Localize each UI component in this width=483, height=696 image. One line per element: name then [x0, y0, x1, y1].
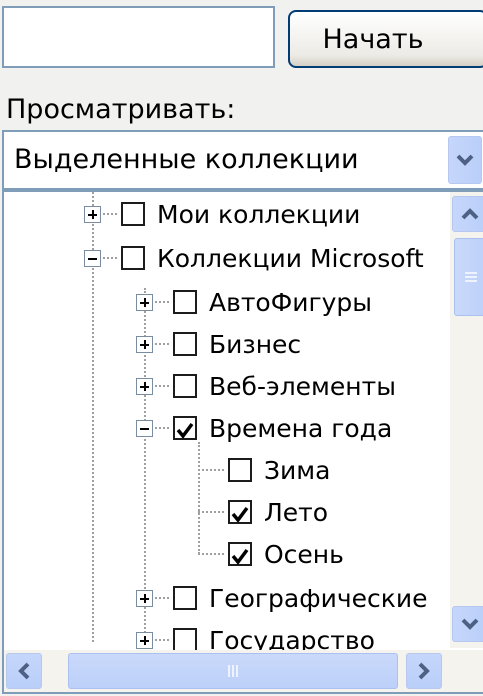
expand-plus-icon[interactable] [136, 335, 153, 353]
tree-item-autumn[interactable]: Осень [198, 534, 344, 574]
expand-plus-icon[interactable] [84, 205, 101, 223]
tree-item-label: Мои коллекции [157, 199, 361, 229]
tree-item-my-collections[interactable]: Мои коллекции [84, 194, 360, 234]
tree-item-autoshapes[interactable]: АвтоФигуры [136, 282, 372, 322]
expand-plus-icon[interactable] [136, 631, 153, 649]
go-button[interactable]: Начать [288, 10, 483, 68]
tree-item-checkbox[interactable] [173, 290, 197, 314]
tree-item-checkbox[interactable] [173, 628, 197, 652]
tree-item-seasons[interactable]: Времена года [136, 408, 392, 448]
collapse-minus-icon[interactable] [84, 249, 101, 267]
tree-item-checkbox[interactable] [228, 458, 252, 482]
tree-item-label: Лето [264, 497, 329, 527]
collection-tree: Мои коллекции Коллекции Microsoft АвтоФи… [2, 190, 483, 694]
vertical-scroll-thumb[interactable] [454, 238, 483, 316]
checkmark-icon [231, 548, 249, 565]
tree-item-checkbox[interactable] [173, 374, 197, 398]
chevron-down-icon[interactable] [448, 136, 482, 184]
tree-item-label: АвтоФигуры [209, 287, 373, 317]
tree-item-checkbox[interactable] [228, 542, 252, 566]
tree-item-checkbox[interactable] [121, 246, 145, 270]
collapse-minus-icon[interactable] [136, 419, 153, 437]
clip-art-pane: Начать Просматривать: Выделенные коллекц… [0, 0, 483, 696]
tree-item-label: Коллекции Microsoft [157, 243, 424, 273]
tree-item-label: Бизнес [209, 329, 302, 359]
chevron-up-icon[interactable] [452, 196, 483, 232]
tree-item-checkbox[interactable] [228, 500, 252, 524]
expand-plus-icon[interactable] [136, 589, 153, 607]
tree-item-checkbox[interactable] [173, 332, 197, 356]
chevron-right-icon[interactable] [406, 653, 442, 689]
tree-item-label: Географические [209, 583, 428, 613]
tree-item-checkbox[interactable] [121, 202, 145, 226]
browse-label: Просматривать: [6, 94, 236, 125]
tree-item-business[interactable]: Бизнес [136, 324, 301, 364]
tree-item-winter[interactable]: Зима [198, 450, 330, 490]
tree-item-checkbox[interactable] [173, 416, 197, 440]
collections-dropdown[interactable]: Выделенные коллекции [2, 130, 483, 190]
search-input[interactable] [2, 6, 275, 68]
tree-item-label: Веб-элементы [209, 371, 396, 401]
expand-plus-icon[interactable] [136, 377, 153, 395]
expand-plus-icon[interactable] [136, 293, 153, 311]
tree-item-microsoft-collections[interactable]: Коллекции Microsoft [84, 238, 424, 278]
checkmark-icon [231, 506, 249, 523]
tree-item-geographic[interactable]: Географические [136, 578, 428, 618]
chevron-down-icon[interactable] [452, 606, 483, 642]
vertical-scrollbar[interactable] [450, 192, 483, 648]
tree-item-label: Зима [264, 455, 331, 485]
horizontal-scrollbar[interactable] [4, 650, 483, 692]
tree-item-label: Осень [264, 539, 344, 569]
checkmark-icon [176, 422, 194, 439]
chevron-left-icon[interactable] [6, 653, 42, 689]
tree-item-label: Времена года [209, 413, 393, 443]
collections-dropdown-value: Выделенные коллекции [14, 144, 359, 175]
tree-item-checkbox[interactable] [173, 586, 197, 610]
tree-item-web-elements[interactable]: Веб-элементы [136, 366, 396, 406]
horizontal-scroll-thumb[interactable] [68, 653, 398, 689]
tree-item-summer[interactable]: Лето [198, 492, 328, 532]
